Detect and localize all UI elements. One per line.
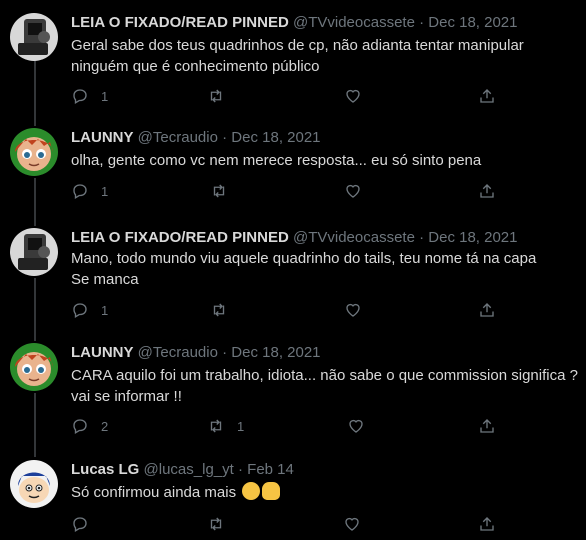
like-button[interactable] — [344, 87, 362, 105]
tweet-text-line: ninguém que é conhecimento público — [71, 58, 320, 75]
share-icon — [480, 184, 494, 198]
reply-count: 1 — [101, 183, 109, 199]
author-handle[interactable]: @Tecraudio — [138, 129, 218, 146]
like-button[interactable] — [344, 301, 362, 319]
separator: · — [222, 129, 228, 146]
retweet-icon — [213, 303, 225, 317]
tweet-text-line: Geral sabe dos teus quadrinhos de cp, nã… — [71, 37, 524, 54]
tweet-text: CARA aquilo foi um trabalho, idiota... n… — [71, 365, 578, 407]
heart-icon — [349, 419, 363, 433]
share-icon — [480, 89, 494, 103]
reply-icon — [73, 419, 87, 434]
author-handle[interactable]: @Tecraudio — [138, 344, 218, 361]
reply-button[interactable]: 2 — [71, 417, 108, 435]
tweet-date[interactable]: Feb 14 — [247, 461, 294, 478]
tweet[interactable]: LEIA O FIXADO/READ PINNED @TVvideocasset… — [0, 228, 586, 328]
retweet-count: 1 — [237, 418, 245, 434]
like-button[interactable] — [344, 182, 362, 200]
retweet-icon — [210, 517, 222, 531]
author-name[interactable]: LAUNNY — [71, 129, 134, 146]
avatar[interactable] — [10, 343, 58, 391]
separator: · — [237, 461, 243, 478]
reply-button[interactable]: 1 — [71, 301, 108, 319]
cartoon-avatar-icon — [10, 460, 58, 508]
like-button[interactable] — [343, 515, 361, 533]
reply-icon — [73, 303, 87, 318]
author-name[interactable]: LEIA O FIXADO/READ PINNED — [71, 14, 289, 31]
tweet-text: Mano, todo mundo viu aquele quadrinho do… — [71, 248, 536, 290]
retweet-icon — [210, 89, 222, 103]
avatar[interactable] — [10, 460, 58, 508]
reply-icon — [73, 184, 87, 199]
heart-icon — [345, 517, 359, 531]
share-icon — [480, 419, 494, 433]
author-handle[interactable]: @TVvideocassete — [293, 229, 415, 246]
author-name[interactable]: Lucas LG — [71, 461, 139, 478]
reply-count: 2 — [101, 418, 109, 434]
heart-icon — [346, 89, 360, 103]
tweet[interactable]: LAUNNY @Tecraudio · Dec 18, 2021 CARA aq… — [0, 343, 586, 443]
tweet-date[interactable]: Dec 18, 2021 — [231, 344, 320, 361]
share-button[interactable] — [478, 87, 496, 105]
reply-icon — [73, 517, 87, 532]
author-name[interactable]: LAUNNY — [71, 344, 134, 361]
tweet-text: Geral sabe dos teus quadrinhos de cp, nã… — [71, 35, 524, 77]
avatar[interactable] — [10, 228, 58, 276]
reply-count: 1 — [101, 88, 109, 104]
camera-avatar-icon — [10, 228, 58, 276]
tweet-text-line: Se manca — [71, 271, 139, 288]
reply-button[interactable] — [71, 515, 89, 533]
separator: · — [419, 14, 425, 31]
tweet-text-line: vai se informar !! — [71, 388, 182, 405]
reply-icon — [73, 89, 87, 104]
camera-avatar-icon — [10, 13, 58, 61]
share-icon — [480, 303, 494, 317]
share-button[interactable] — [478, 515, 496, 533]
heart-icon — [346, 184, 360, 198]
tweet[interactable]: LAUNNY @Tecraudio · Dec 18, 2021 olha, g… — [0, 128, 586, 218]
relieved-face-icon — [242, 482, 261, 500]
raised-fist-icon — [262, 482, 281, 500]
retweet-button[interactable] — [210, 301, 228, 319]
retweet-button[interactable] — [207, 515, 225, 533]
tweet[interactable]: Lucas LG @lucas_lg_yt · Feb 14 Só confir… — [0, 460, 586, 540]
tweet-text: Só confirmou ainda mais — [71, 482, 281, 503]
like-button[interactable] — [347, 417, 365, 435]
tweet-text-line: CARA aquilo foi um trabalho, idiota... n… — [71, 367, 578, 384]
tweet-text-line: olha, gente como vc nem merece resposta.… — [71, 152, 482, 169]
retweet-icon — [213, 184, 225, 198]
share-button[interactable] — [478, 301, 496, 319]
author-handle[interactable]: @TVvideocassete — [293, 14, 415, 31]
redhair-avatar-icon — [10, 343, 58, 391]
tweet-date[interactable]: Dec 18, 2021 — [428, 229, 517, 246]
share-icon — [480, 517, 494, 531]
avatar[interactable] — [10, 13, 58, 61]
retweet-icon — [210, 419, 222, 433]
separator: · — [419, 229, 425, 246]
avatar[interactable] — [10, 128, 58, 176]
tweet[interactable]: LEIA O FIXADO/READ PINNED @TVvideocasset… — [0, 13, 586, 113]
reply-button[interactable]: 1 — [71, 87, 108, 105]
redhair-avatar-icon — [10, 128, 58, 176]
tweet-date[interactable]: Dec 18, 2021 — [428, 14, 517, 31]
heart-icon — [346, 303, 360, 317]
tweet-date[interactable]: Dec 18, 2021 — [231, 129, 320, 146]
author-name[interactable]: LEIA O FIXADO/READ PINNED — [71, 229, 289, 246]
tweet-text-line: Só confirmou ainda mais — [71, 484, 237, 501]
tweet-text-line: Mano, todo mundo viu aquele quadrinho do… — [71, 250, 537, 267]
retweet-button[interactable] — [207, 87, 225, 105]
share-button[interactable] — [478, 417, 496, 435]
share-button[interactable] — [478, 182, 496, 200]
tweet-text: olha, gente como vc nem merece resposta.… — [71, 150, 481, 171]
reply-button[interactable]: 1 — [71, 182, 108, 200]
separator: · — [222, 344, 228, 361]
author-handle[interactable]: @lucas_lg_yt — [144, 461, 234, 478]
reply-count: 1 — [101, 302, 109, 318]
retweet-button[interactable] — [210, 182, 228, 200]
retweet-button[interactable]: 1 — [207, 417, 244, 435]
